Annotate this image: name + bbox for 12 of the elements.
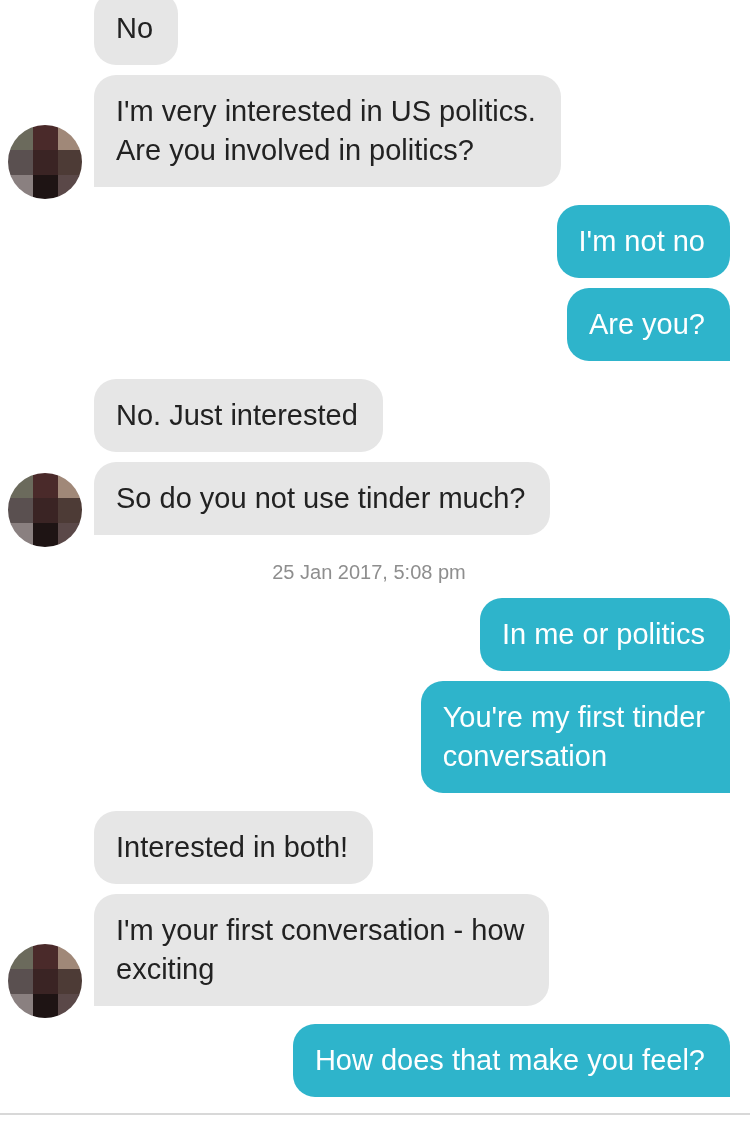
- sent-message: You're my first tinder conversation: [420, 681, 730, 793]
- sent-message: Are you?: [566, 288, 730, 361]
- received-message: Interested in both!: [94, 811, 374, 884]
- received-message: No. Just interested: [94, 379, 383, 452]
- sent-message: In me or politics: [479, 598, 730, 671]
- received-message: No: [94, 0, 179, 65]
- sent-message: I'm not no: [556, 205, 730, 278]
- received-message: I'm very interested in US politics. Are you involved in politics?: [94, 75, 561, 187]
- received-message: So do you not use tinder much?: [94, 462, 551, 535]
- timestamp: 25 Jan 2017, 5:08 pm: [272, 561, 466, 584]
- sent-message: How does that make you feel?: [292, 1024, 730, 1097]
- received-message: I'm your first conversation - how exciting: [94, 894, 550, 1006]
